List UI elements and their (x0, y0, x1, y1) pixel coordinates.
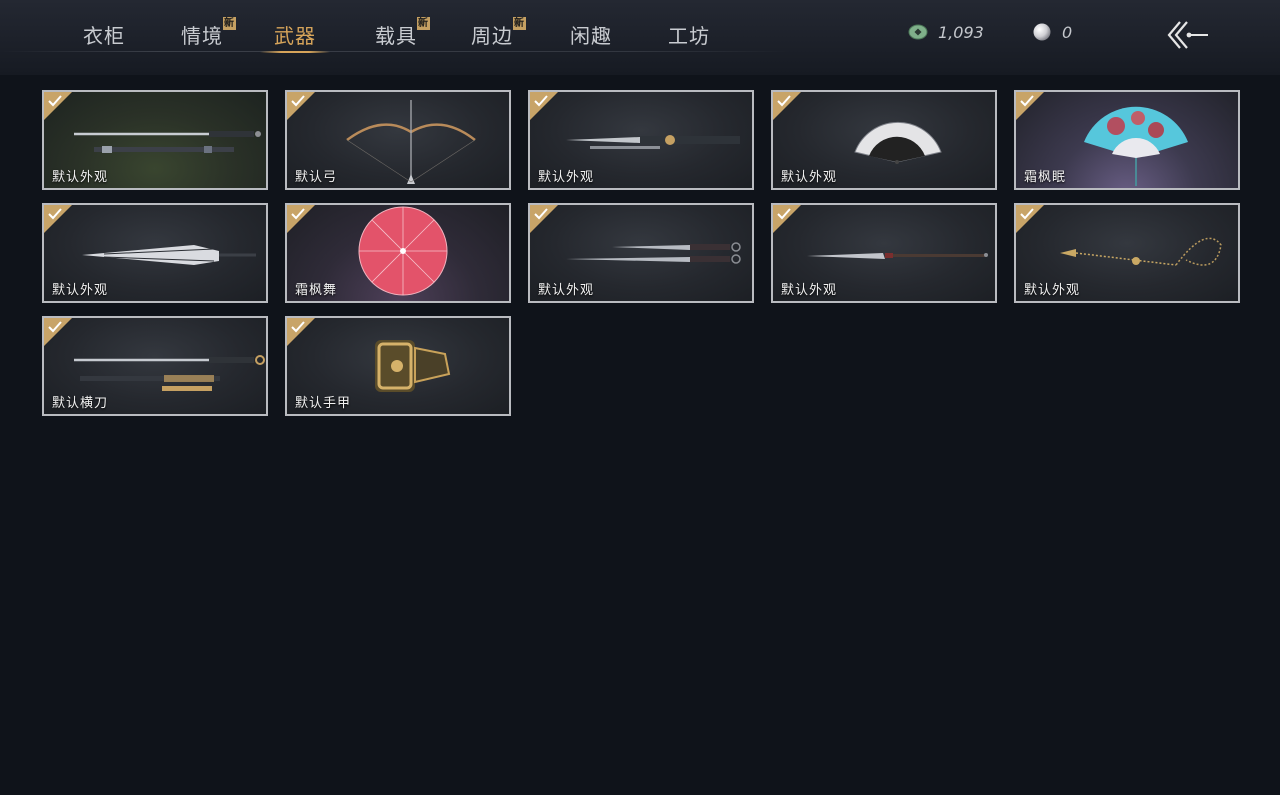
item-name: 霜枫眠 (1024, 170, 1067, 185)
weapon-card[interactable]: 默认弓 (285, 90, 511, 190)
tab-merchandise[interactable]: 周边新 (471, 17, 526, 52)
check-icon (48, 95, 62, 107)
weapon-card[interactable]: 默认横刀 (42, 316, 268, 416)
pearl-icon (1033, 23, 1051, 41)
item-name: 霜枫舞 (295, 283, 338, 298)
item-name: 默认外观 (781, 170, 838, 185)
new-badge: 新 (223, 17, 236, 30)
top-navigation-bar: 衣柜 情境新 武器 载具新 周边新 闲趣 工坊 1,093 0 (0, 0, 1280, 75)
item-name: 默认弓 (295, 170, 338, 185)
tab-leisure[interactable]: 闲趣 (570, 20, 612, 52)
weapon-card[interactable]: 默认外观 (1014, 203, 1240, 303)
tab-label: 衣柜 (83, 24, 125, 48)
tab-vehicles[interactable]: 载具新 (375, 17, 430, 52)
coin-balance: 1,093 (908, 20, 984, 44)
tab-wardrobe[interactable]: 衣柜 (83, 20, 125, 52)
weapon-card[interactable]: 霜枫舞 (285, 203, 511, 303)
item-name: 默认外观 (538, 170, 595, 185)
tab-scenes[interactable]: 情境新 (181, 17, 236, 52)
pearl-amount: 0 (1062, 22, 1073, 42)
tab-label: 情境 (181, 24, 223, 48)
back-arrow-icon[interactable] (1166, 20, 1210, 50)
tab-weapons[interactable]: 武器 (260, 20, 330, 53)
coin-amount: 1,093 (938, 22, 984, 42)
weapon-card[interactable]: 默认外观 (528, 90, 754, 190)
check-icon (777, 208, 791, 220)
item-name: 默认横刀 (52, 396, 109, 411)
tab-label: 武器 (274, 24, 316, 48)
weapon-card[interactable]: 默认外观 (771, 90, 997, 190)
item-name: 默认外观 (52, 283, 109, 298)
check-icon (534, 208, 548, 220)
check-icon (1020, 208, 1034, 220)
weapon-card[interactable]: 默认外观 (42, 203, 268, 303)
item-name: 默认外观 (538, 283, 595, 298)
check-icon (291, 321, 305, 333)
active-tab-underline (260, 51, 330, 53)
tab-label: 周边 (471, 24, 513, 48)
pearl-balance: 0 (1032, 20, 1072, 44)
item-name: 默认手甲 (295, 396, 352, 411)
weapon-card[interactable]: 默认外观 (771, 203, 997, 303)
weapon-card[interactable]: 霜枫眠 (1014, 90, 1240, 190)
tab-label: 载具 (375, 24, 417, 48)
check-icon (777, 95, 791, 107)
jade-coin-icon (908, 24, 928, 40)
check-icon (48, 208, 62, 220)
item-name: 默认外观 (52, 170, 109, 185)
weapon-card[interactable]: 默认外观 (42, 90, 268, 190)
check-icon (534, 95, 548, 107)
new-badge: 新 (513, 17, 526, 30)
check-icon (48, 321, 62, 333)
check-icon (291, 208, 305, 220)
item-name: 默认外观 (1024, 283, 1081, 298)
weapon-card[interactable]: 默认外观 (528, 203, 754, 303)
item-name: 默认外观 (781, 283, 838, 298)
tab-label: 闲趣 (570, 24, 612, 48)
tab-label: 工坊 (668, 24, 710, 48)
weapon-card[interactable]: 默认手甲 (285, 316, 511, 416)
check-icon (291, 95, 305, 107)
tab-workshop[interactable]: 工坊 (668, 20, 710, 52)
new-badge: 新 (417, 17, 430, 30)
check-icon (1020, 95, 1034, 107)
